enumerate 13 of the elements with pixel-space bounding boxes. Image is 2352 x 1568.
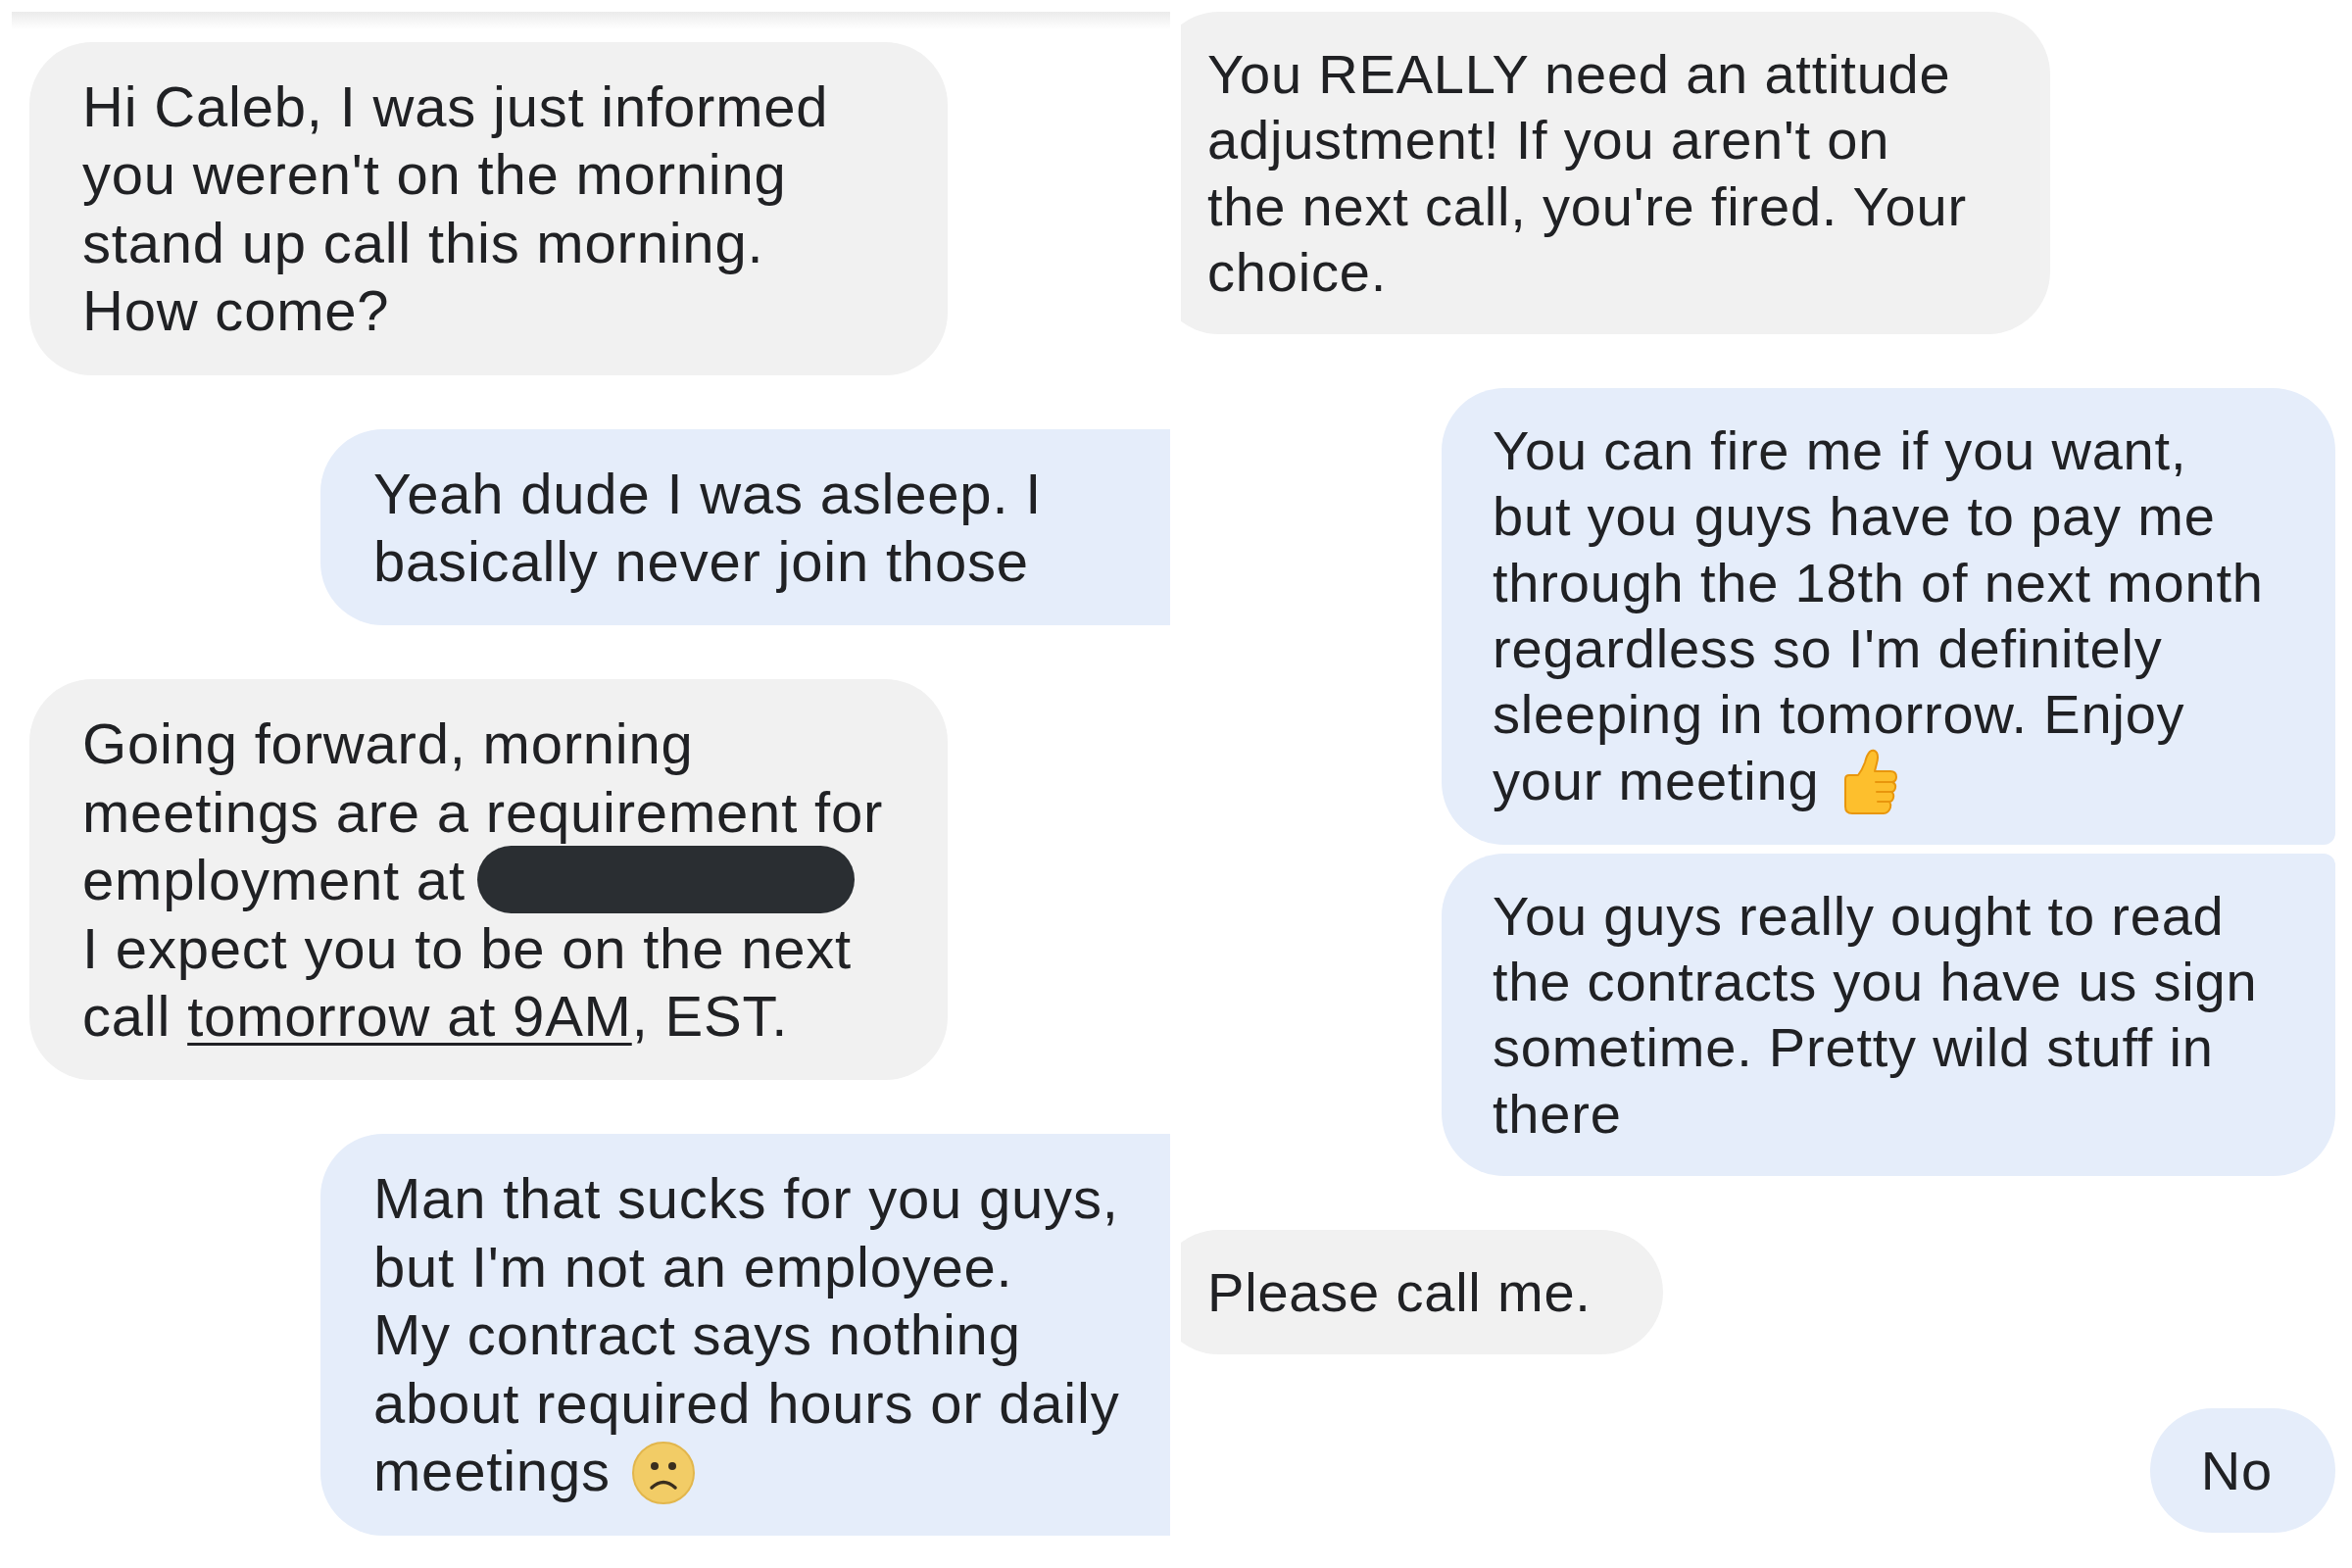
message-text: Please call me. <box>1207 1259 1592 1325</box>
message-text: You can fire me if you want, but you guys have to pay me through the 18th of next month regardless so I'm definitely sleeping in tomorrow. Enjoy your meeting <box>1493 417 2273 815</box>
message-text: No <box>2200 1439 2273 1504</box>
message-text: Yeah dude I was asleep. I basically never join those <box>373 460 1044 596</box>
message-text: My contract says nothing about required hours or daily meetings <box>373 1301 1121 1505</box>
message-text: Going forward, morning meetings are a requirement for employment at <box>82 710 885 914</box>
message-text: You guys really ought to read the contracts you have us sign sometime. Pretty wild stuff in there <box>1493 883 2259 1147</box>
time-link[interactable]: tomorrow at 9AM <box>187 984 632 1049</box>
message-text: I expect you to be on the next call tomorrow at 9AM, EST. <box>82 914 853 1051</box>
frown-face-icon <box>631 1442 695 1505</box>
message-text: Man that sucks for you guys, but I'm not an employee. <box>373 1165 1120 1300</box>
message-text: Hi Caleb, I was just informed you weren't on the morning stand up call this morning. How come? <box>82 74 830 345</box>
message-text: You REALLY need an attitude adjustment! If you aren't on the next call, you're fired. Your choice. <box>1207 42 1968 305</box>
